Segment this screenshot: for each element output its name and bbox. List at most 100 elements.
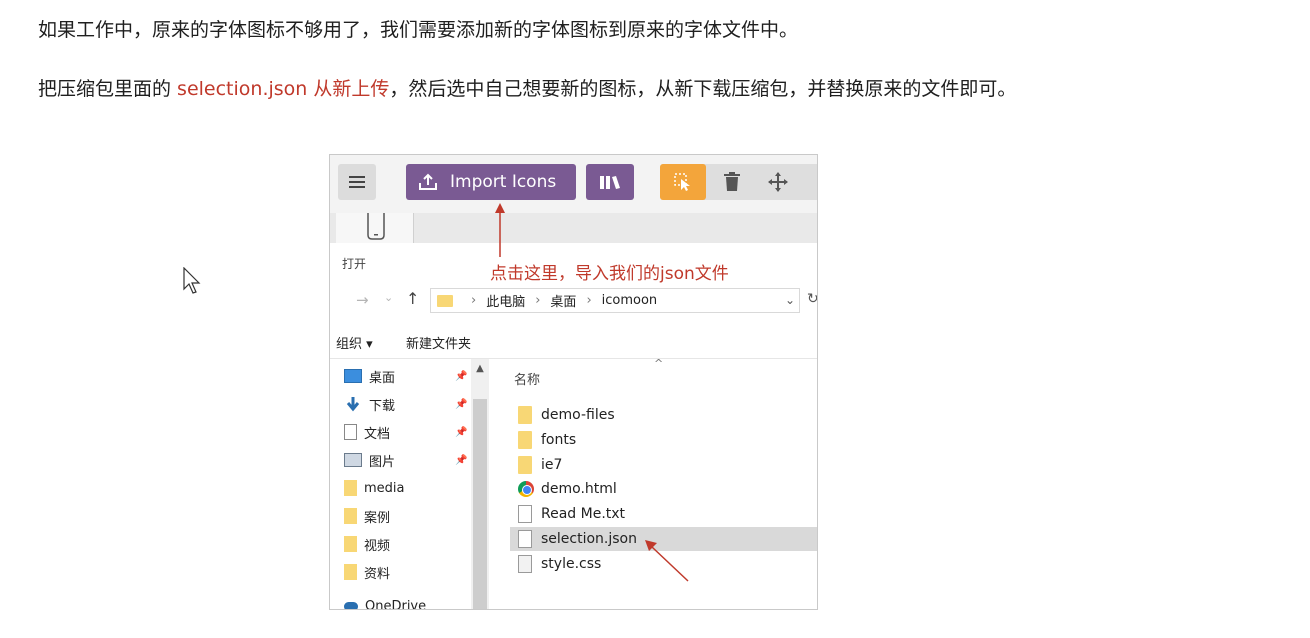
- organize-menu[interactable]: 组织 ▾: [336, 333, 373, 352]
- sidebar-item-label: 图片: [369, 454, 396, 470]
- sidebar-item-desktop[interactable]: 桌面: [344, 365, 395, 387]
- move-tool-button[interactable]: [760, 164, 796, 200]
- folder-icon: [518, 456, 532, 474]
- sidebar-scrollbar[interactable]: ▲: [471, 359, 489, 609]
- sort-caret-icon: ^: [654, 357, 664, 370]
- file-name: demo.html: [541, 481, 617, 497]
- file-list: ^ 名称 demo-files fonts ie7 demo.html Read…: [510, 357, 817, 609]
- select-tool-button[interactable]: [660, 164, 706, 200]
- history-dropdown-icon[interactable]: ⌄: [384, 291, 393, 304]
- pin-icon[interactable]: 📌: [455, 399, 467, 410]
- folder-icon: [437, 294, 453, 307]
- upload-icon: [419, 173, 437, 190]
- sidebar-item-label: OneDrive: [365, 598, 427, 610]
- sidebar-item-materials[interactable]: 资料: [344, 561, 390, 583]
- sidebar-item-pictures[interactable]: 图片: [344, 449, 395, 471]
- instruction-text-end: ，然后选中自己想要新的图标，从新下载压缩包，并替换原来的文件即可。: [389, 78, 1017, 100]
- picture-icon: [344, 453, 362, 467]
- address-input[interactable]: › 此电脑 › 桌面 › icomoon ⌄: [430, 288, 800, 313]
- instruction-text-start: 把压缩包里面的: [38, 78, 178, 100]
- desktop-icon: [344, 369, 362, 383]
- move-arrows-icon: [768, 172, 788, 192]
- sidebar-item-documents[interactable]: 文档: [344, 421, 390, 443]
- sidebar-item-label: 桌面: [369, 370, 396, 386]
- new-folder-button[interactable]: 新建文件夹: [406, 333, 471, 352]
- text-file-icon: [518, 505, 532, 523]
- file-row[interactable]: demo.html: [510, 477, 817, 501]
- chevron-down-icon[interactable]: ⌄: [785, 293, 795, 307]
- trash-icon: [724, 172, 740, 191]
- dialog-title: 打开: [342, 257, 367, 271]
- sidebar-item-onedrive[interactable]: OneDrive: [344, 595, 427, 610]
- chevron-right-icon: ›: [535, 293, 541, 308]
- mouse-cursor-icon: [183, 267, 201, 294]
- folder-icon: [344, 480, 357, 496]
- chevron-right-icon: ›: [471, 293, 477, 308]
- menu-button[interactable]: [338, 164, 376, 200]
- instruction-highlight: selection.json 从新上传: [177, 78, 390, 100]
- breadcrumb-this-pc[interactable]: 此电脑: [486, 291, 525, 310]
- sidebar-item-downloads[interactable]: 下载: [344, 393, 395, 415]
- scroll-up-icon[interactable]: ▲: [471, 363, 489, 374]
- icomoon-toolbar: Import Icons: [330, 155, 817, 213]
- pin-icon[interactable]: 📌: [455, 371, 467, 382]
- file-row[interactable]: demo-files: [510, 403, 817, 427]
- breadcrumb-icomoon[interactable]: icomoon: [602, 293, 658, 308]
- file-name: style.css: [541, 556, 602, 572]
- hamburger-icon: [349, 176, 365, 188]
- refresh-icon[interactable]: ↻: [807, 291, 817, 307]
- navigation-pane: 桌面 📌 下载 📌 文档 📌 图片 📌 media 案例 视频 资料 OneDr…: [330, 359, 490, 610]
- import-icons-button[interactable]: Import Icons: [406, 164, 576, 200]
- file-name: demo-files: [541, 407, 615, 423]
- icon-set-tab[interactable]: [336, 213, 414, 243]
- select-cursor-icon: [674, 173, 690, 191]
- library-button[interactable]: [586, 164, 634, 200]
- sidebar-item-videos[interactable]: 视频: [344, 533, 390, 555]
- document-icon: [344, 424, 357, 440]
- css-file-icon: [518, 555, 532, 573]
- annotation-label: 点击这里，导入我们的json文件: [490, 264, 729, 284]
- command-bar: 组织 ▾ 新建文件夹: [330, 327, 817, 355]
- sidebar-item-label: 下载: [369, 398, 396, 414]
- sidebar-item-cases[interactable]: 案例: [344, 505, 390, 527]
- file-name: selection.json: [541, 531, 637, 547]
- file-icon: [518, 530, 532, 548]
- sidebar-item-media[interactable]: media: [344, 477, 405, 499]
- address-bar: → ⌄ ↑ › 此电脑 › 桌面 › icomoon ⌄ ↻: [330, 285, 817, 315]
- phone-icon: [367, 213, 385, 240]
- icon-set-strip: [330, 213, 817, 243]
- breadcrumb-desktop[interactable]: 桌面: [550, 291, 576, 310]
- file-row[interactable]: ie7: [510, 453, 817, 477]
- pin-icon[interactable]: 📌: [455, 427, 467, 438]
- sidebar-item-label: 资料: [364, 566, 391, 582]
- scrollbar-thumb[interactable]: [473, 399, 487, 609]
- column-header-name[interactable]: 名称: [514, 369, 540, 388]
- sidebar-item-label: 案例: [364, 510, 391, 526]
- file-row[interactable]: fonts: [510, 428, 817, 452]
- back-arrow-icon[interactable]: →: [356, 291, 369, 309]
- chrome-icon: [518, 481, 534, 497]
- folder-icon: [344, 564, 357, 580]
- books-icon: [600, 176, 620, 189]
- cloud-icon: [344, 601, 358, 609]
- download-icon: [344, 397, 362, 412]
- file-row[interactable]: Read Me.txt: [510, 502, 817, 526]
- import-icons-label: Import Icons: [450, 172, 557, 192]
- folder-icon: [518, 406, 532, 424]
- paragraph-intro: 如果工作中，原来的字体图标不够用了，我们需要添加新的字体图标到原来的字体文件中。: [38, 19, 799, 41]
- folder-icon: [344, 508, 357, 524]
- sidebar-item-label: media: [364, 480, 405, 496]
- sidebar-item-label: 文档: [364, 426, 391, 442]
- folder-icon: [518, 431, 532, 449]
- chevron-right-icon: ›: [586, 293, 592, 308]
- paragraph-instructions: 把压缩包里面的 selection.json 从新上传，然后选中自己想要新的图标…: [38, 77, 1016, 101]
- file-row-selected[interactable]: selection.json: [510, 527, 817, 551]
- up-arrow-icon[interactable]: ↑: [406, 289, 419, 308]
- sidebar-item-label: 视频: [364, 538, 391, 554]
- file-name: Read Me.txt: [541, 506, 626, 522]
- pin-icon[interactable]: 📌: [455, 455, 467, 466]
- file-name: fonts: [541, 432, 577, 448]
- file-name: ie7: [541, 457, 563, 473]
- file-row[interactable]: style.css: [510, 552, 817, 576]
- delete-tool-button[interactable]: [714, 164, 750, 200]
